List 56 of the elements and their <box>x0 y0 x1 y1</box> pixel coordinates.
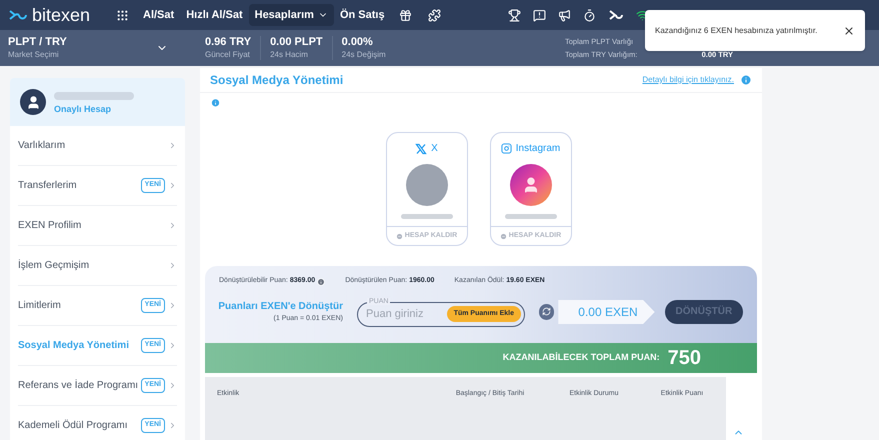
stat-value: 0.00 PLPT <box>270 36 323 50</box>
puzzle-icon[interactable] <box>428 8 441 22</box>
sidebar-item[interactable]: Varlıklarım <box>18 126 177 166</box>
nav-item[interactable]: Hızlı Al/Sat <box>180 4 249 26</box>
logo-text: bitexen <box>32 6 90 24</box>
chevron-right-icon <box>168 261 177 270</box>
convert-title: Puanları EXEN'e Dönüştür <box>218 300 343 314</box>
swap-icon <box>539 304 554 320</box>
user-avatar-icon <box>20 89 46 115</box>
minus-circle-icon <box>500 232 507 240</box>
stat-caption: 24s Değişim <box>342 50 386 60</box>
blurred-username <box>400 214 452 220</box>
account-name: Instagram <box>516 142 560 156</box>
info-icon[interactable] <box>317 278 326 286</box>
instagram-icon <box>500 143 512 154</box>
chevron-right-icon <box>168 381 177 390</box>
trophy-icon[interactable] <box>508 8 521 22</box>
chevron-right-icon <box>168 301 177 310</box>
apps-grid-icon[interactable] <box>116 8 129 22</box>
chevron-right-icon <box>168 181 177 190</box>
infinity-icon[interactable] <box>608 10 624 20</box>
stat-caption: 24s Hacim <box>270 50 309 60</box>
nav-item[interactable]: Ön Satış <box>334 4 391 26</box>
market-caption: Market Seçimi <box>8 50 60 60</box>
info-icon[interactable] <box>740 74 752 86</box>
alert-message-icon[interactable] <box>533 8 546 22</box>
chevron-right-icon <box>168 221 177 230</box>
logo-icon <box>8 9 28 21</box>
toast-message: Kazandığınız 6 EXEN hesabınıza yatırılmıştır. <box>655 24 818 36</box>
account-status: Onaylı Hesap <box>54 102 112 116</box>
sidebar-item[interactable]: İşlem Geçmişim <box>18 246 177 286</box>
profile-avatar-icon <box>510 164 552 206</box>
page-title: Sosyal Medya Yönetimi <box>210 72 344 89</box>
nav-item[interactable]: Al/Sat <box>137 4 180 26</box>
chevron-right-icon <box>168 141 177 150</box>
stat-value: 0.96 TRY <box>205 36 252 50</box>
market-pair: PLPT / TRY <box>8 36 67 50</box>
stat-value: 0.00% <box>342 36 374 50</box>
sidebar-item[interactable]: EXEN Profilim <box>18 206 177 246</box>
account-name: X <box>431 142 438 156</box>
stat-caption: Güncel Fiyat <box>205 50 251 60</box>
timer-icon[interactable] <box>583 8 596 22</box>
result-display: 0.00 EXEN <box>558 300 655 324</box>
profile-photo-placeholder <box>406 164 448 206</box>
megaphone-icon[interactable] <box>558 8 571 22</box>
nav-item[interactable]: Hesaplarım <box>248 4 334 26</box>
gift-icon[interactable] <box>398 8 412 22</box>
chevron-right-icon <box>168 421 177 430</box>
total-points-value: 750 <box>668 346 701 371</box>
info-icon[interactable] <box>210 98 221 108</box>
minus-circle-icon <box>396 232 403 240</box>
blurred-username <box>504 214 556 220</box>
chevron-right-icon <box>168 341 177 350</box>
total-points-label: KAZANILABİLECEK TOPLAM PUAN: <box>502 351 660 364</box>
close-button[interactable] <box>843 24 855 36</box>
x-logo-icon <box>415 142 428 155</box>
